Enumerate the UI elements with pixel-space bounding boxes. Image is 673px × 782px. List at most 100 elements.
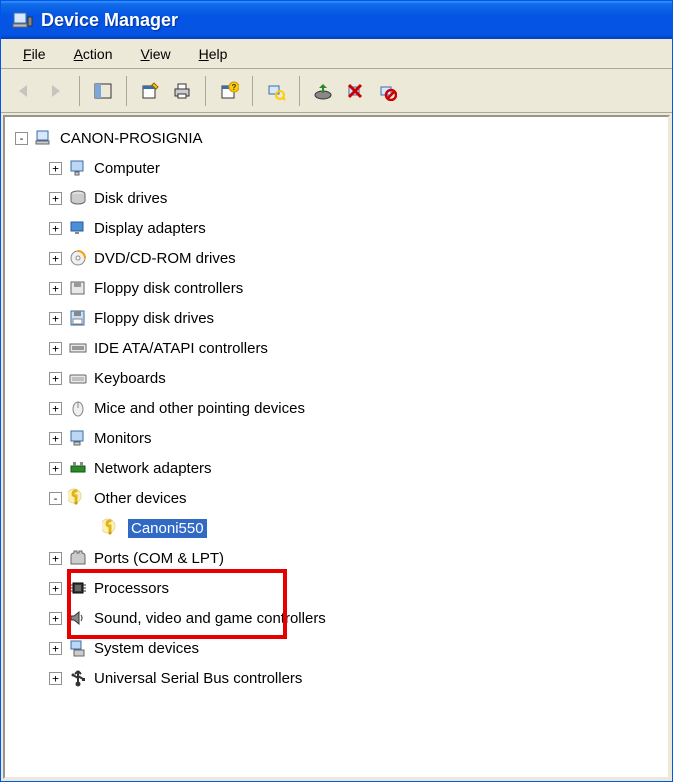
expander-icon[interactable]: + bbox=[49, 372, 62, 385]
forward-button bbox=[41, 76, 71, 106]
scan-hardware-button[interactable] bbox=[261, 76, 291, 106]
expander-icon[interactable]: + bbox=[49, 342, 62, 355]
print-icon bbox=[172, 81, 192, 101]
tree-node-ide-ata-atapi-controllers[interactable]: + IDE ATA/ATAPI controllers bbox=[9, 333, 664, 363]
keyboard-icon bbox=[68, 368, 88, 388]
expander-icon[interactable]: + bbox=[49, 162, 62, 175]
toolbar: ? bbox=[1, 69, 672, 113]
cpu-icon bbox=[68, 578, 88, 598]
menu-help[interactable]: Help bbox=[185, 42, 242, 66]
device-tree[interactable]: -CANON-PROSIGNIA+Computer+Disk drives+Di… bbox=[3, 115, 670, 779]
tree-node-other-devices[interactable]: - Other devices bbox=[9, 483, 664, 513]
update-driver-icon bbox=[313, 81, 333, 101]
tree-node-system-devices[interactable]: + System devices bbox=[9, 633, 664, 663]
toolbar-separator bbox=[252, 76, 253, 106]
sound-icon bbox=[68, 608, 88, 628]
tree-label: Sound, video and game controllers bbox=[94, 610, 326, 627]
help-button[interactable]: ? bbox=[214, 76, 244, 106]
tree-node-processors[interactable]: + Processors bbox=[9, 573, 664, 603]
menu-view[interactable]: View bbox=[127, 42, 185, 66]
menubar: File Action View Help bbox=[1, 39, 672, 69]
toolbar-separator bbox=[299, 76, 300, 106]
cd-icon bbox=[68, 248, 88, 268]
disable-icon bbox=[377, 81, 397, 101]
computer-icon bbox=[34, 128, 54, 148]
expander-icon[interactable]: + bbox=[49, 672, 62, 685]
tree-label: Computer bbox=[94, 160, 160, 177]
forward-icon bbox=[47, 82, 65, 100]
tree-node-floppy-disk-controllers[interactable]: + Floppy disk controllers bbox=[9, 273, 664, 303]
scan-hardware-icon bbox=[266, 81, 286, 101]
tree-node-display-adapters[interactable]: + Display adapters bbox=[9, 213, 664, 243]
menu-action[interactable]: Action bbox=[60, 42, 127, 66]
expander-icon[interactable]: + bbox=[49, 312, 62, 325]
expander-icon[interactable]: + bbox=[49, 252, 62, 265]
menu-file[interactable]: File bbox=[9, 42, 60, 66]
properties-icon bbox=[140, 81, 160, 101]
tree-label: CANON-PROSIGNIA bbox=[60, 130, 203, 147]
tree-node-dvd-cd-rom-drives[interactable]: +DVD/CD-ROM drives bbox=[9, 243, 664, 273]
tree-label: Canoni550 bbox=[128, 519, 207, 538]
print-button[interactable] bbox=[167, 76, 197, 106]
tree-node-mice-and-other-pointing-devices[interactable]: + Mice and other pointing devices bbox=[9, 393, 664, 423]
toolbar-separator bbox=[79, 76, 80, 106]
tree-node-universal-serial-bus-controllers[interactable]: + Universal Serial Bus controllers bbox=[9, 663, 664, 693]
show-hide-tree-button[interactable] bbox=[88, 76, 118, 106]
monitor-icon bbox=[68, 158, 88, 178]
tree-label: Floppy disk controllers bbox=[94, 280, 243, 297]
tree-node-network-adapters[interactable]: + Network adapters bbox=[9, 453, 664, 483]
titlebar[interactable]: Device Manager bbox=[1, 1, 672, 39]
expander-icon[interactable]: + bbox=[49, 432, 62, 445]
update-driver-button[interactable] bbox=[308, 76, 338, 106]
app-icon bbox=[11, 9, 33, 31]
uninstall-button[interactable] bbox=[340, 76, 370, 106]
expander-icon[interactable]: - bbox=[15, 132, 28, 145]
tree-root-node[interactable]: - CANON-PROSIGNIA bbox=[9, 123, 664, 153]
expander-icon[interactable]: + bbox=[49, 552, 62, 565]
tree-node-canoni550[interactable]: Canoni550 bbox=[9, 513, 664, 543]
uninstall-icon bbox=[345, 81, 365, 101]
unknown-icon bbox=[102, 518, 122, 538]
tree-label: IDE ATA/ATAPI controllers bbox=[94, 340, 268, 357]
tree-label: Network adapters bbox=[94, 460, 212, 477]
properties-button[interactable] bbox=[135, 76, 165, 106]
tree-label: Keyboards bbox=[94, 370, 166, 387]
svg-text:?: ? bbox=[232, 83, 237, 92]
expander-icon[interactable]: + bbox=[49, 402, 62, 415]
tree-label: Universal Serial Bus controllers bbox=[94, 670, 302, 687]
usb-icon bbox=[68, 668, 88, 688]
floppy-ctrl-icon bbox=[68, 278, 88, 298]
expander-icon[interactable]: + bbox=[49, 282, 62, 295]
help-icon: ? bbox=[219, 81, 239, 101]
disable-button[interactable] bbox=[372, 76, 402, 106]
tree-node-computer[interactable]: + Computer bbox=[9, 153, 664, 183]
expander-icon[interactable]: + bbox=[49, 462, 62, 475]
mouse-icon bbox=[68, 398, 88, 418]
tree-node-keyboards[interactable]: + Keyboards bbox=[9, 363, 664, 393]
display-icon bbox=[68, 218, 88, 238]
tree-label: Floppy disk drives bbox=[94, 310, 214, 327]
tree-label: Monitors bbox=[94, 430, 152, 447]
back-button bbox=[9, 76, 39, 106]
expander-icon[interactable]: + bbox=[49, 222, 62, 235]
expander-icon[interactable]: + bbox=[49, 582, 62, 595]
tree-label: Mice and other pointing devices bbox=[94, 400, 305, 417]
expander-icon[interactable]: + bbox=[49, 192, 62, 205]
tree-label: Other devices bbox=[94, 490, 187, 507]
toolbar-separator bbox=[126, 76, 127, 106]
toolbar-separator bbox=[205, 76, 206, 106]
tree-label: Processors bbox=[94, 580, 169, 597]
tree-node-ports-com-lpt-[interactable]: + Ports (COM & LPT) bbox=[9, 543, 664, 573]
expander-icon[interactable]: - bbox=[49, 492, 62, 505]
back-icon bbox=[15, 82, 33, 100]
tree-label: Ports (COM & LPT) bbox=[94, 550, 224, 567]
tree-node-disk-drives[interactable]: +Disk drives bbox=[9, 183, 664, 213]
tree-label: Display adapters bbox=[94, 220, 206, 237]
tree-node-floppy-disk-drives[interactable]: + Floppy disk drives bbox=[9, 303, 664, 333]
tree-node-monitors[interactable]: + Monitors bbox=[9, 423, 664, 453]
tree-label: System devices bbox=[94, 640, 199, 657]
disk-icon bbox=[68, 188, 88, 208]
tree-node-sound-video-and-game-controllers[interactable]: + Sound, video and game controllers bbox=[9, 603, 664, 633]
expander-icon[interactable]: + bbox=[49, 612, 62, 625]
expander-icon[interactable]: + bbox=[49, 642, 62, 655]
